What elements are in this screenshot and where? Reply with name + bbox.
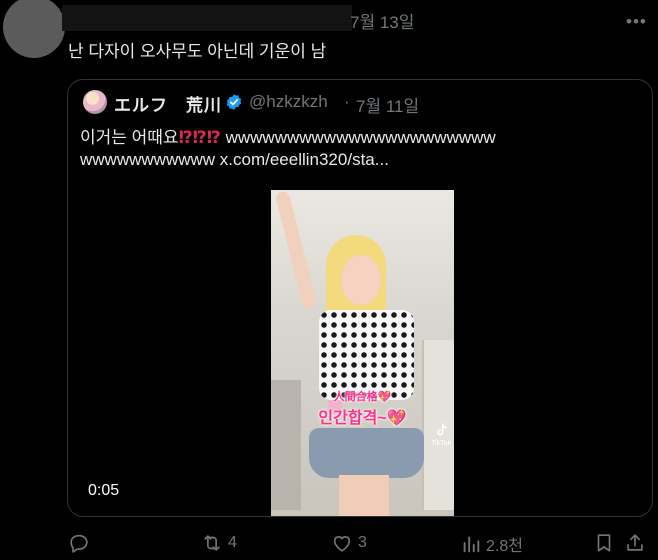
interrobang-emoji: ⁉ xyxy=(178,128,193,147)
quote-avatar[interactable] xyxy=(83,90,107,114)
quote-handle: @hzkzkzh xyxy=(249,92,328,111)
like-button[interactable]: 3 xyxy=(330,532,367,554)
more-icon[interactable]: ••• xyxy=(626,12,647,32)
video-scene-face xyxy=(341,255,381,305)
tiktok-label: TikTok xyxy=(431,440,451,447)
video-timestamp: 0:05 xyxy=(88,482,120,499)
share-button[interactable] xyxy=(624,532,646,554)
quote-tweet-card[interactable]: エルフ 荒川 @hzkzkzh · 7월 11일 이거는 어때요⁉⁉⁉ wwww… xyxy=(67,79,653,517)
quote-date[interactable]: 7월 11일 xyxy=(356,92,419,117)
retweet-button[interactable]: 4 xyxy=(200,532,237,554)
video-scene-arm xyxy=(274,190,318,310)
interrobang-emoji: ⁉ xyxy=(206,128,221,147)
tweet-date[interactable]: 7월 13일 xyxy=(350,8,414,33)
avatar[interactable] xyxy=(3,0,65,58)
quote-text-line-2: wwwwwwwwwww x.com/eeellin320/sta... xyxy=(80,150,389,169)
retweet-count: 4 xyxy=(228,534,237,551)
like-count: 3 xyxy=(358,534,367,551)
video-caption-japanese: 人間合格💖 xyxy=(333,391,392,403)
retweet-icon xyxy=(204,535,220,551)
bookmark-icon xyxy=(597,534,611,552)
tiktok-icon xyxy=(437,423,448,436)
quote-text-line-1: 이거는 어때요⁉⁉⁉ wwwwwwwwwwwwwwwwwwwwww xyxy=(80,123,496,148)
video-caption-korean: 인간합격~💖 xyxy=(318,410,407,427)
video-scene-legs xyxy=(339,475,389,516)
video-player[interactable]: 人間合格💖 인간합격~💖 TikTok xyxy=(271,190,454,516)
reply-icon xyxy=(70,534,88,553)
like-icon xyxy=(333,536,351,552)
views-button[interactable]: 2.8천 xyxy=(460,532,523,556)
quote-text-prefix: 이거는 어때요 xyxy=(80,128,179,147)
redacted-author-name xyxy=(62,5,352,31)
bookmark-button[interactable] xyxy=(593,532,615,554)
reply-button[interactable] xyxy=(68,532,94,554)
share-icon xyxy=(627,534,643,551)
separator-dot: · xyxy=(344,92,350,111)
interrobang-emoji: ⁉ xyxy=(192,128,207,147)
views-icon xyxy=(463,536,480,553)
verified-icon xyxy=(226,94,242,110)
video-scene-polka-top xyxy=(319,310,414,400)
video-scene-skirt xyxy=(309,428,424,478)
quote-text-suffix: wwwwwwwwwwwwwwwwwwwwww xyxy=(220,128,496,147)
views-count: 2.8천 xyxy=(486,538,523,555)
tweet-text: 난 다자이 오사무도 아닌데 기운이 남 xyxy=(68,42,327,61)
quote-display-name: エルフ 荒川 xyxy=(114,96,222,115)
